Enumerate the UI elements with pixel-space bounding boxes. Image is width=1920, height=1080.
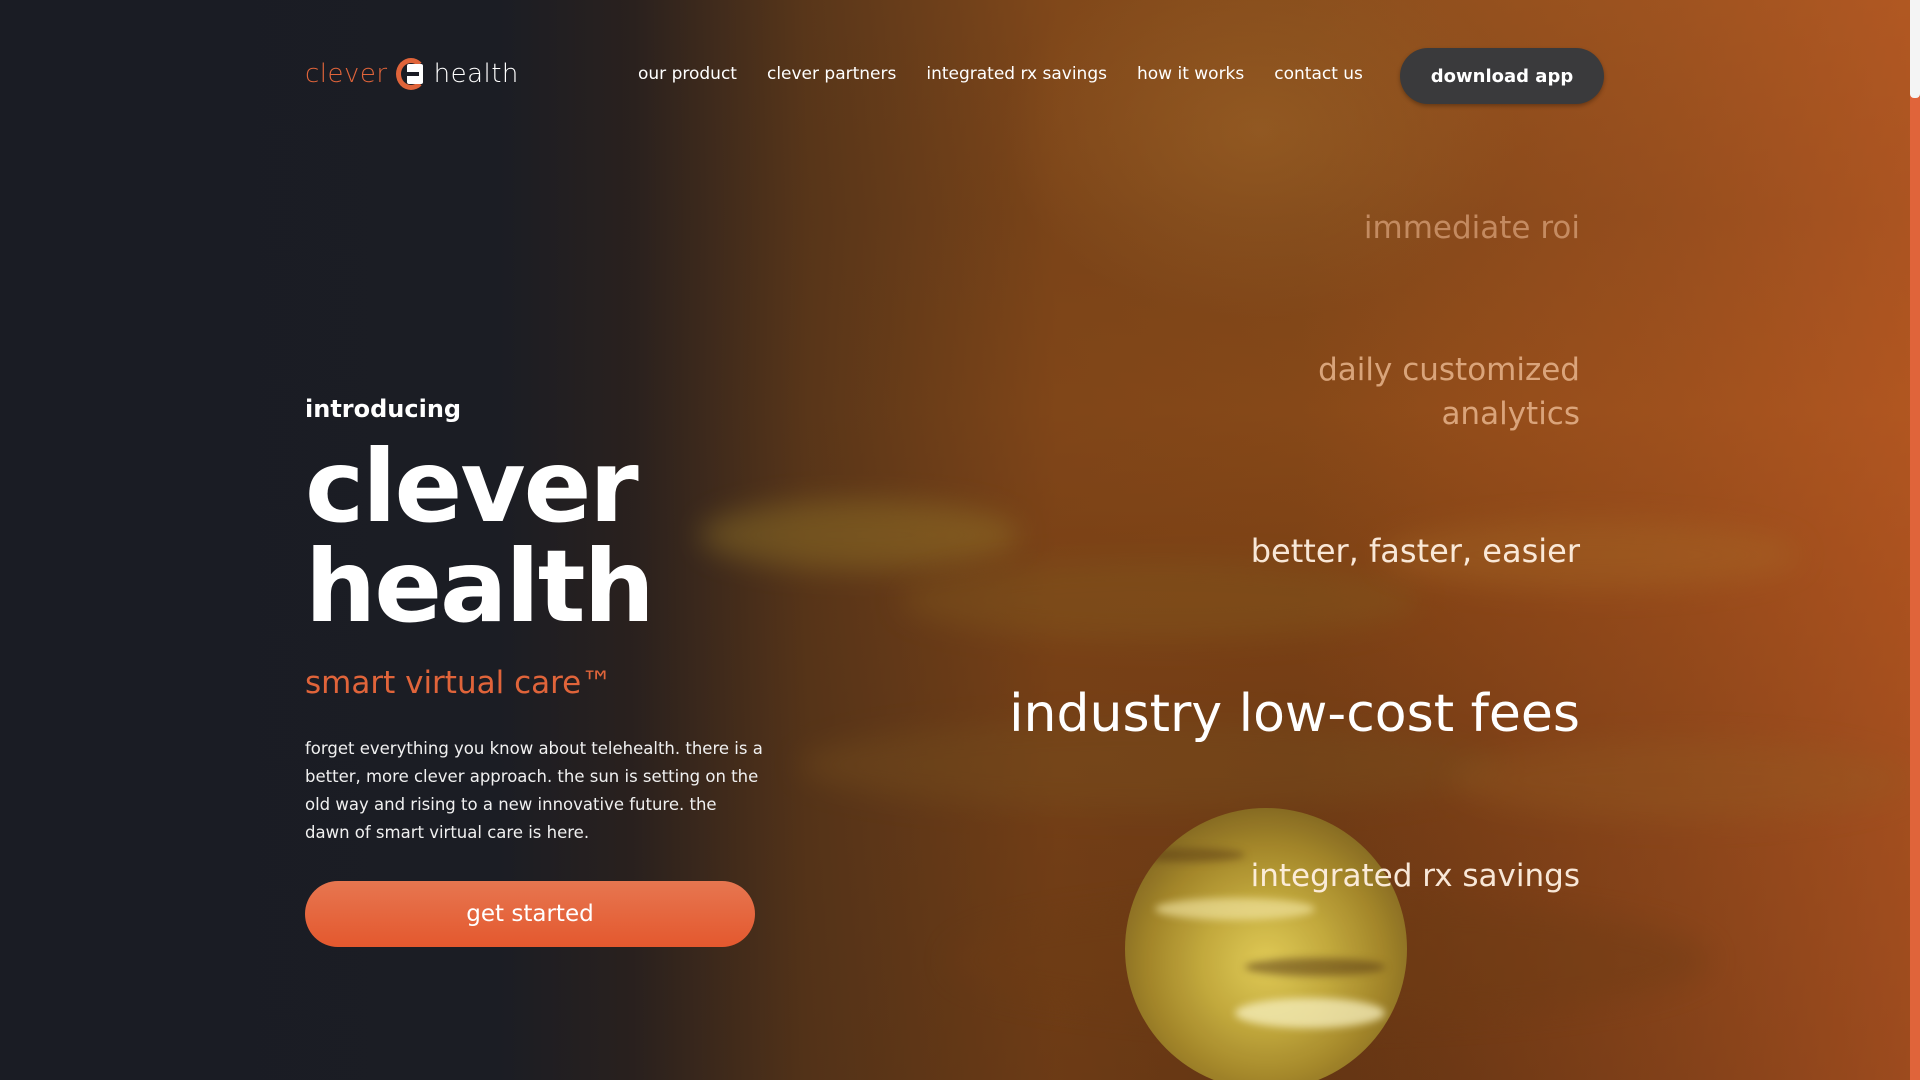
cloud bbox=[900, 560, 1420, 640]
hero-tagline: smart virtual care™ bbox=[305, 665, 613, 701]
hero-section: introducing clever health smart virtual … bbox=[305, 395, 785, 947]
scrollbar-thumb[interactable] bbox=[1910, 0, 1920, 98]
feature-item: daily customized analytics bbox=[1318, 352, 1580, 432]
nav-link-our-product[interactable]: our product bbox=[638, 64, 737, 84]
sun-cloud-streak bbox=[1235, 998, 1385, 1028]
site-header: clever health our product clever partner… bbox=[305, 46, 1605, 104]
logo-text-clever: clever bbox=[305, 59, 388, 89]
nav-link-contact-us[interactable]: contact us bbox=[1274, 64, 1363, 84]
scrollbar[interactable] bbox=[1910, 0, 1920, 1080]
get-started-button[interactable]: get started bbox=[305, 881, 755, 947]
feature-item: better, faster, easier bbox=[1250, 532, 1580, 570]
hero-title-line2: health bbox=[305, 528, 655, 645]
sun-cloud-streak bbox=[1245, 958, 1385, 976]
nav-link-clever-partners[interactable]: clever partners bbox=[767, 64, 896, 84]
download-app-button[interactable]: download app bbox=[1400, 48, 1604, 104]
logo-mark-icon bbox=[395, 58, 426, 90]
feature-item-highlighted: industry low-cost fees bbox=[1009, 684, 1580, 744]
logo[interactable]: clever health bbox=[305, 58, 519, 90]
hero-title: clever health bbox=[305, 437, 785, 637]
page: clever health our product clever partner… bbox=[0, 0, 1920, 1080]
nav-link-how-it-works[interactable]: how it works bbox=[1137, 64, 1244, 84]
sun-image bbox=[1125, 808, 1407, 1080]
hero-intro: introducing bbox=[305, 395, 462, 423]
cloud bbox=[1450, 740, 1910, 820]
hero-description: forget everything you know about telehea… bbox=[305, 739, 763, 842]
feature-item: immediate roi bbox=[1363, 210, 1580, 246]
feature-item: integrated rx savings bbox=[1250, 858, 1580, 894]
main-nav: our product clever partners integrated r… bbox=[638, 64, 1363, 84]
sun-cloud-streak bbox=[1155, 898, 1315, 920]
nav-link-integrated-rx-savings[interactable]: integrated rx savings bbox=[926, 64, 1107, 84]
logo-text-health: health bbox=[433, 59, 519, 89]
sun-cloud-streak bbox=[1135, 848, 1245, 862]
